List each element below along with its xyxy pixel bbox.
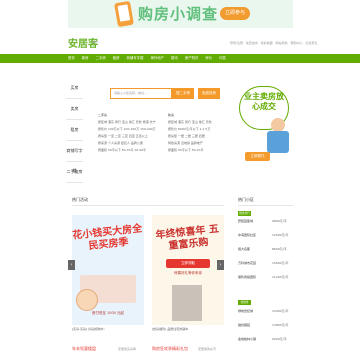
rank-item[interactable]: 中海国际社区 bbox=[238, 233, 256, 237]
nav-item-new[interactable]: 新房 bbox=[82, 54, 89, 63]
card1-caption[interactable]: [买房·买房] 好房抢购中！ bbox=[72, 327, 106, 331]
divider bbox=[238, 205, 293, 206]
list-item[interactable]: 按售价 8000元/平以下 1-1.5万 bbox=[168, 126, 212, 133]
owner-sell-promo[interactable]: 业主卖房放心成交 立即委托 bbox=[235, 82, 293, 170]
rank-price: 13800元/平 bbox=[272, 323, 289, 327]
side-item-rent[interactable]: 租房 bbox=[66, 120, 83, 141]
promo-body bbox=[267, 131, 289, 153]
nav-item-news[interactable]: 楼讯 bbox=[171, 54, 178, 63]
rank-item[interactable]: 绿地世纪城 bbox=[238, 309, 253, 313]
phone-illustration bbox=[114, 0, 134, 28]
search-input[interactable]: 请输入小区名称、地址… bbox=[110, 88, 172, 99]
list-item[interactable]: 特色房源 近地铁 品牌地产 bbox=[168, 140, 212, 147]
nav-item-qa[interactable]: 问答 bbox=[219, 54, 226, 63]
card1-headline: 花小钱买大房全民买房季 bbox=[72, 223, 143, 253]
card1-sub: 首付低至 1000 元起 bbox=[91, 311, 125, 315]
card2-caption[interactable]: [抢房福利] 品质住宅热销中 bbox=[152, 327, 188, 331]
card2-sub: 惊喜好礼等你来拿 bbox=[174, 271, 202, 275]
second-hand-title: 二手房 bbox=[98, 113, 108, 117]
card2-building bbox=[172, 285, 202, 321]
rank-price: 8600元/平 bbox=[272, 247, 287, 251]
rank-item[interactable]: 保利香槟国际 bbox=[238, 275, 256, 279]
side-item-sell[interactable]: 卖房 bbox=[66, 99, 83, 120]
rank-price: 15600元/平 bbox=[272, 261, 289, 265]
banner-cta-button[interactable]: 立即参与 bbox=[220, 7, 250, 20]
rank-price: 11200元/平 bbox=[272, 275, 289, 279]
rank-price: 12500元/平 bbox=[272, 233, 289, 237]
card2-link[interactable]: 购房狂欢季精彩礼包 bbox=[152, 346, 188, 352]
top-links[interactable]: 登录/注册 · 免费发布 · 我的收藏 · 网站导航 · 帮助中心 · 反馈意见 bbox=[230, 41, 317, 45]
rank-item[interactable]: 碧桂园星城 bbox=[238, 219, 253, 223]
nav-item-overseas[interactable]: 海外地产 bbox=[150, 54, 164, 63]
side-menu: 买房 卖房 租房 商铺写字楼 二手查房 bbox=[66, 78, 83, 183]
main-nav: 首页 新房 二手房 租房 商铺写字楼 海外地产 楼讯 房产知识 房价 问答 bbox=[0, 54, 360, 63]
activity-card-2[interactable]: 年终惊喜年 五重富乐购 立即领取 惊喜好礼等你来拿 bbox=[152, 215, 224, 325]
rank-price: 9200元/平 bbox=[272, 337, 287, 341]
card2-headline: 年终惊喜年 五重富乐购 bbox=[155, 223, 220, 253]
card1-link[interactable]: 年末钜惠楼盘 bbox=[72, 346, 96, 352]
card1-link2[interactable]: 安居客买房季 bbox=[118, 347, 136, 351]
card2-badge[interactable]: 立即领取 bbox=[166, 259, 210, 268]
list-item[interactable]: 按面积 50平以下 50-70平 70-90平 bbox=[98, 147, 156, 154]
rank-price: 9800元/平 bbox=[272, 219, 287, 223]
rank-item[interactable]: 恒大名都 bbox=[238, 247, 250, 251]
nav-item-commercial[interactable]: 商铺写字楼 bbox=[127, 54, 144, 63]
card2-link2[interactable]: 安居客购房节 bbox=[198, 347, 216, 351]
top-banner[interactable]: 购房小调查 立即参与 bbox=[68, 0, 293, 28]
nav-item-price[interactable]: 房价 bbox=[205, 54, 212, 63]
side-item-buy[interactable]: 买房 bbox=[66, 78, 83, 99]
find-house-button[interactable]: 免费找房 bbox=[198, 88, 220, 99]
list-item[interactable]: 按房型 一居 二居 三居 四居 bbox=[168, 133, 212, 140]
search-button[interactable]: 搜二手房 bbox=[172, 88, 194, 99]
list-item[interactable]: 按售价 100万以下 100-150万 150-200万 bbox=[98, 126, 156, 133]
rank-tag-1[interactable]: 楼盘排行 bbox=[238, 211, 251, 216]
carousel-prev-icon[interactable]: ‹ bbox=[68, 260, 75, 270]
rank-item[interactable]: 融创御园 bbox=[238, 323, 250, 327]
promo-button[interactable]: 立即委托 bbox=[245, 152, 270, 161]
nav-item-rent[interactable]: 租房 bbox=[113, 54, 120, 63]
banner-title: 购房小调查 bbox=[138, 5, 219, 23]
rank-price: 10300元/平 bbox=[272, 309, 289, 313]
divider bbox=[72, 205, 224, 206]
list-item[interactable]: 按来源 个人房源 经纪人 品牌公寓 bbox=[98, 140, 156, 147]
list-item[interactable]: 按房型 一室 二室 三室 四室 五室以上 bbox=[98, 133, 156, 140]
side-item-check[interactable]: 二手查房 bbox=[66, 162, 83, 183]
side-item-commercial[interactable]: 商铺写字楼 bbox=[66, 141, 83, 173]
promo-head bbox=[271, 118, 285, 132]
new-house-title: 新房 bbox=[168, 113, 175, 117]
city-switcher[interactable]: 城市 bbox=[92, 40, 98, 44]
nav-item-second[interactable]: 二手房 bbox=[96, 54, 106, 63]
carousel-next-icon[interactable]: › bbox=[217, 260, 224, 270]
list-item[interactable]: 按区域 浦东 闵行 宝山 徐汇 普陀 杨浦 长宁 bbox=[98, 119, 156, 126]
rank-title: 热门小区 bbox=[238, 197, 254, 202]
nav-item-knowledge[interactable]: 房产知识 bbox=[185, 54, 199, 63]
activity-card-1[interactable]: 花小钱买大房全民买房季 首付低至 1000 元起 bbox=[72, 215, 144, 325]
rank-item[interactable]: 金地格林小镇 bbox=[238, 337, 256, 341]
new-house-list: 新房 按区域 浦东 闵行 宝山 徐汇 普陀 按售价 8000元/平以下 1-1.… bbox=[168, 112, 212, 154]
list-item[interactable]: 按区域 浦东 闵行 宝山 徐汇 普陀 bbox=[168, 119, 212, 126]
card1-character bbox=[76, 289, 98, 311]
list-item[interactable]: 按面积 50平以下 50-70平 bbox=[168, 147, 212, 154]
hot-activities-title: 热门活动 bbox=[72, 197, 88, 202]
nav-item-home[interactable]: 首页 bbox=[68, 54, 75, 63]
promo-person-illustration bbox=[267, 118, 289, 154]
second-hand-list: 二手房 按区域 浦东 闵行 宝山 徐汇 普陀 杨浦 长宁 按售价 100万以下 … bbox=[98, 112, 156, 154]
rank-tag-2[interactable]: 热搜榜 bbox=[238, 300, 251, 305]
rank-item[interactable]: 万科城市花园 bbox=[238, 261, 256, 265]
promo-text: 业主卖房放心成交 bbox=[244, 92, 284, 111]
